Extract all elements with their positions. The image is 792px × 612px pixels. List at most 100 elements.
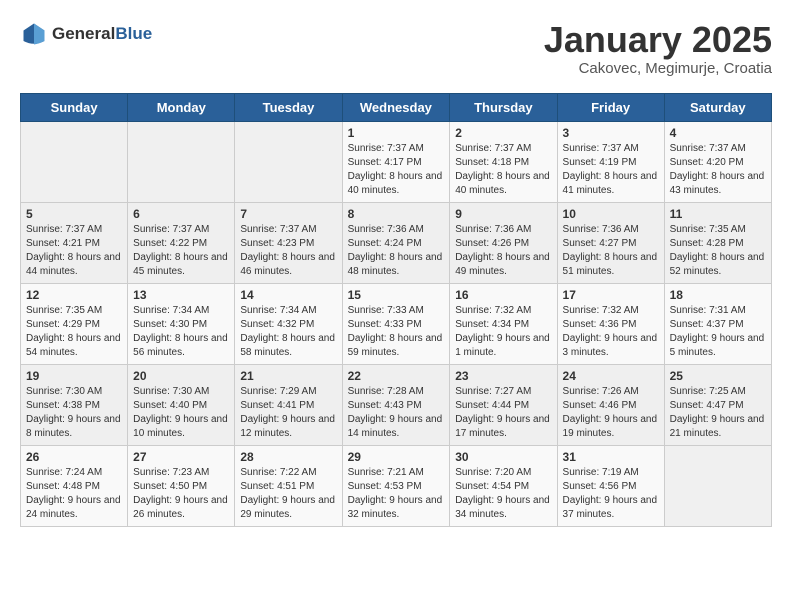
day-info: Sunrise: 7:24 AM Sunset: 4:48 PM Dayligh…: [26, 466, 122, 522]
week-row-5: 26 Sunrise: 7:24 AM Sunset: 4:48 PM Dayli…: [21, 445, 772, 526]
title-block: January 2025 Cakovec, Megimurje, Croatia: [544, 20, 772, 77]
day-number: 19: [26, 369, 122, 383]
day-info: Sunrise: 7:27 AM Sunset: 4:44 PM Dayligh…: [455, 385, 551, 441]
week-row-1: 1 Sunrise: 7:37 AM Sunset: 4:17 PM Daylig…: [21, 121, 772, 202]
calendar-table: SundayMondayTuesdayWednesdayThursdayFrid…: [20, 93, 772, 527]
day-number: 23: [455, 369, 551, 383]
calendar-cell: [128, 121, 235, 202]
day-number: 20: [133, 369, 229, 383]
day-number: 12: [26, 288, 122, 302]
calendar-cell: 30Sunrise: 7:20 AM Sunset: 4:54 PM Dayli…: [450, 445, 557, 526]
day-info: Sunrise: 7:28 AM Sunset: 4:43 PM Dayligh…: [348, 385, 445, 441]
day-number: 9: [455, 207, 551, 221]
day-number: 1: [348, 126, 445, 140]
logo-blue-text: Blue: [115, 24, 152, 43]
calendar-cell: 26 Sunrise: 7:24 AM Sunset: 4:48 PM Dayli…: [21, 445, 128, 526]
calendar-cell: 29Sunrise: 7:21 AM Sunset: 4:53 PM Dayli…: [342, 445, 450, 526]
calendar-cell: 2Sunrise: 7:37 AM Sunset: 4:18 PM Daylig…: [450, 121, 557, 202]
day-info: Sunrise: 7:23 AM Sunset: 4:50 PM Dayligh…: [133, 466, 229, 522]
weekday-header-saturday: Saturday: [664, 93, 771, 121]
day-info: Sunrise: 7:35 AM Sunset: 4:29 PM Dayligh…: [26, 304, 122, 360]
calendar-cell: 25 Sunrise: 7:25 AM Sunset: 4:47 PM Dayli…: [664, 364, 771, 445]
day-number: 15: [348, 288, 445, 302]
day-number: 28: [240, 450, 336, 464]
calendar-cell: 7 Sunrise: 7:37 AM Sunset: 4:23 PM Daylig…: [235, 202, 342, 283]
day-number: 7: [240, 207, 336, 221]
day-number: 4: [670, 126, 766, 140]
day-info: Sunrise: 7:21 AM Sunset: 4:53 PM Dayligh…: [348, 466, 445, 522]
day-info: Sunrise: 7:19 AM Sunset: 4:56 PM Dayligh…: [563, 466, 659, 522]
calendar-cell: 1 Sunrise: 7:37 AM Sunset: 4:17 PM Daylig…: [342, 121, 450, 202]
calendar-title: January 2025: [544, 20, 772, 60]
calendar-cell: 9 Sunrise: 7:36 AM Sunset: 4:26 PM Daylig…: [450, 202, 557, 283]
calendar-cell: 20 Sunrise: 7:30 AM Sunset: 4:40 PM Dayli…: [128, 364, 235, 445]
calendar-cell: 14Sunrise: 7:34 AM Sunset: 4:32 PM Dayli…: [235, 283, 342, 364]
day-number: 17: [563, 288, 659, 302]
day-number: 13: [133, 288, 229, 302]
calendar-cell: 12 Sunrise: 7:35 AM Sunset: 4:29 PM Dayli…: [21, 283, 128, 364]
day-info: Sunrise: 7:37 AM Sunset: 4:19 PM Dayligh…: [563, 142, 659, 198]
day-number: 25: [670, 369, 766, 383]
day-info: Sunrise: 7:37 AM Sunset: 4:20 PM Dayligh…: [670, 142, 766, 198]
logo-icon: [20, 20, 48, 48]
day-number: 24: [563, 369, 659, 383]
day-info: Sunrise: 7:30 AM Sunset: 4:38 PM Dayligh…: [26, 385, 122, 441]
calendar-cell: 21Sunrise: 7:29 AM Sunset: 4:41 PM Dayli…: [235, 364, 342, 445]
day-number: 16: [455, 288, 551, 302]
day-info: Sunrise: 7:35 AM Sunset: 4:28 PM Dayligh…: [670, 223, 766, 279]
weekday-header-monday: Monday: [128, 93, 235, 121]
day-info: Sunrise: 7:22 AM Sunset: 4:51 PM Dayligh…: [240, 466, 336, 522]
weekday-header-wednesday: Wednesday: [342, 93, 450, 121]
page-header: GeneralBlue January 2025 Cakovec, Megimu…: [20, 20, 772, 77]
day-number: 6: [133, 207, 229, 221]
calendar-cell: 28 Sunrise: 7:22 AM Sunset: 4:51 PM Dayli…: [235, 445, 342, 526]
day-info: Sunrise: 7:36 AM Sunset: 4:26 PM Dayligh…: [455, 223, 551, 279]
logo-general-text: General: [52, 24, 115, 43]
calendar-cell: 18 Sunrise: 7:31 AM Sunset: 4:37 PM Dayli…: [664, 283, 771, 364]
weekday-header-sunday: Sunday: [21, 93, 128, 121]
weekday-header-friday: Friday: [557, 93, 664, 121]
day-info: Sunrise: 7:26 AM Sunset: 4:46 PM Dayligh…: [563, 385, 659, 441]
calendar-cell: 15 Sunrise: 7:33 AM Sunset: 4:33 PM Dayli…: [342, 283, 450, 364]
calendar-cell: [235, 121, 342, 202]
calendar-cell: 31Sunrise: 7:19 AM Sunset: 4:56 PM Dayli…: [557, 445, 664, 526]
day-number: 11: [670, 207, 766, 221]
day-number: 21: [240, 369, 336, 383]
calendar-cell: 3Sunrise: 7:37 AM Sunset: 4:19 PM Daylig…: [557, 121, 664, 202]
calendar-subtitle: Cakovec, Megimurje, Croatia: [544, 60, 772, 77]
day-info: Sunrise: 7:34 AM Sunset: 4:32 PM Dayligh…: [240, 304, 336, 360]
calendar-cell: 5Sunrise: 7:37 AM Sunset: 4:21 PM Daylig…: [21, 202, 128, 283]
day-number: 27: [133, 450, 229, 464]
day-info: Sunrise: 7:33 AM Sunset: 4:33 PM Dayligh…: [348, 304, 445, 360]
week-row-2: 5Sunrise: 7:37 AM Sunset: 4:21 PM Daylig…: [21, 202, 772, 283]
day-info: Sunrise: 7:25 AM Sunset: 4:47 PM Dayligh…: [670, 385, 766, 441]
day-info: Sunrise: 7:36 AM Sunset: 4:24 PM Dayligh…: [348, 223, 445, 279]
day-number: 22: [348, 369, 445, 383]
day-number: 26: [26, 450, 122, 464]
day-info: Sunrise: 7:37 AM Sunset: 4:23 PM Dayligh…: [240, 223, 336, 279]
calendar-cell: 6 Sunrise: 7:37 AM Sunset: 4:22 PM Daylig…: [128, 202, 235, 283]
day-info: Sunrise: 7:31 AM Sunset: 4:37 PM Dayligh…: [670, 304, 766, 360]
calendar-cell: 13 Sunrise: 7:34 AM Sunset: 4:30 PM Dayli…: [128, 283, 235, 364]
day-number: 8: [348, 207, 445, 221]
calendar-cell: 11 Sunrise: 7:35 AM Sunset: 4:28 PM Dayli…: [664, 202, 771, 283]
day-number: 18: [670, 288, 766, 302]
calendar-cell: [664, 445, 771, 526]
day-info: Sunrise: 7:34 AM Sunset: 4:30 PM Dayligh…: [133, 304, 229, 360]
day-info: Sunrise: 7:36 AM Sunset: 4:27 PM Dayligh…: [563, 223, 659, 279]
day-info: Sunrise: 7:37 AM Sunset: 4:17 PM Dayligh…: [348, 142, 445, 198]
calendar-cell: 27 Sunrise: 7:23 AM Sunset: 4:50 PM Dayli…: [128, 445, 235, 526]
calendar-cell: 10Sunrise: 7:36 AM Sunset: 4:27 PM Dayli…: [557, 202, 664, 283]
day-number: 2: [455, 126, 551, 140]
calendar-cell: 23 Sunrise: 7:27 AM Sunset: 4:44 PM Dayli…: [450, 364, 557, 445]
day-info: Sunrise: 7:32 AM Sunset: 4:34 PM Dayligh…: [455, 304, 551, 360]
calendar-cell: 24 Sunrise: 7:26 AM Sunset: 4:46 PM Dayli…: [557, 364, 664, 445]
day-info: Sunrise: 7:20 AM Sunset: 4:54 PM Dayligh…: [455, 466, 551, 522]
logo: GeneralBlue: [20, 20, 152, 48]
day-info: Sunrise: 7:30 AM Sunset: 4:40 PM Dayligh…: [133, 385, 229, 441]
day-info: Sunrise: 7:37 AM Sunset: 4:22 PM Dayligh…: [133, 223, 229, 279]
calendar-cell: 8 Sunrise: 7:36 AM Sunset: 4:24 PM Daylig…: [342, 202, 450, 283]
weekday-header-thursday: Thursday: [450, 93, 557, 121]
calendar-cell: 17Sunrise: 7:32 AM Sunset: 4:36 PM Dayli…: [557, 283, 664, 364]
weekday-header-tuesday: Tuesday: [235, 93, 342, 121]
